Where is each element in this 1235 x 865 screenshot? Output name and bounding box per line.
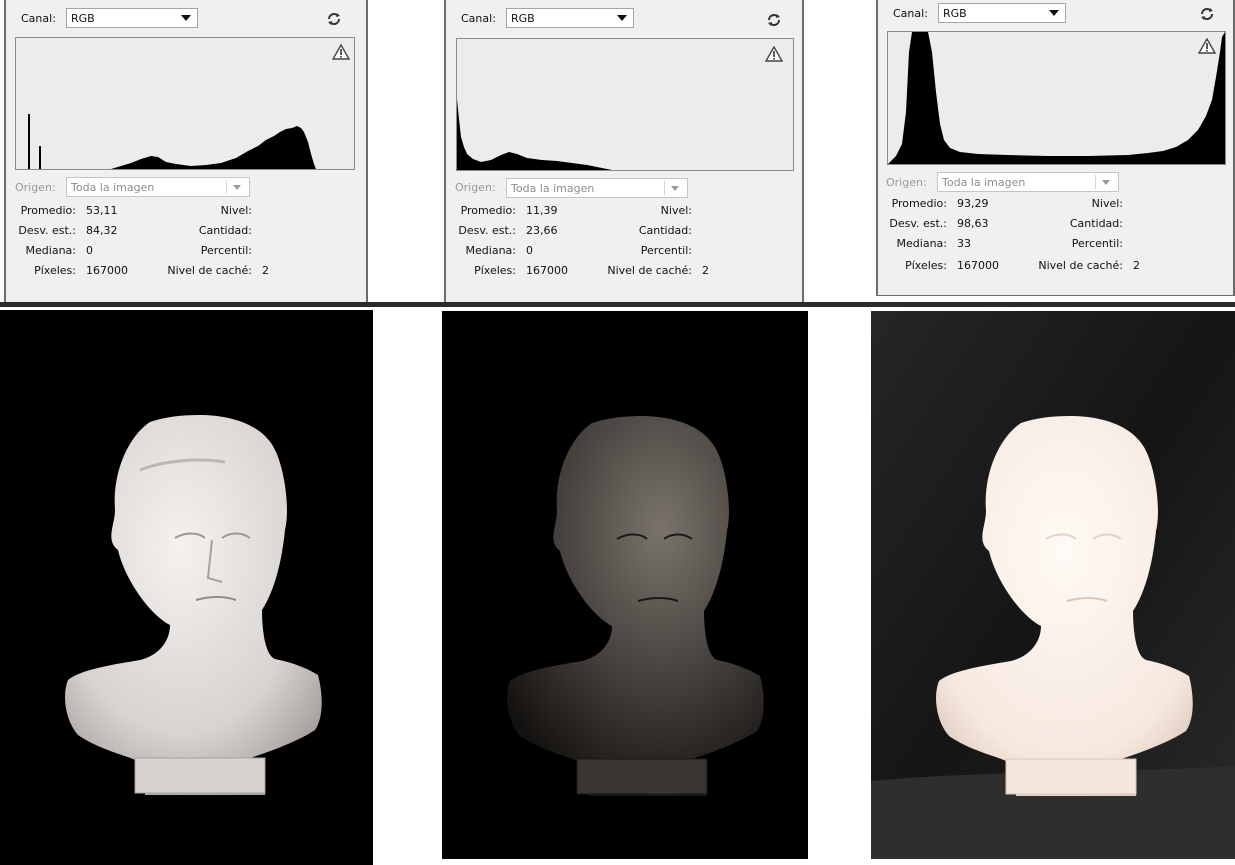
canal-select[interactable]: RGB bbox=[938, 3, 1066, 23]
mediana-value: 33 bbox=[957, 237, 971, 250]
mediana-value: 0 bbox=[526, 244, 533, 257]
canal-select[interactable]: RGB bbox=[66, 8, 198, 28]
chevron-down-icon bbox=[226, 180, 247, 194]
pixeles-value: 167000 bbox=[526, 264, 568, 277]
promedio-value: 53,11 bbox=[86, 204, 118, 217]
promedio-value: 93,29 bbox=[957, 197, 989, 210]
origen-value: Toda la imagen bbox=[511, 182, 595, 195]
desv-value: 84,32 bbox=[86, 224, 118, 237]
desv-value: 23,66 bbox=[526, 224, 558, 237]
origen-select[interactable]: Toda la imagen bbox=[506, 178, 688, 198]
cache-value: 2 bbox=[1133, 259, 1140, 272]
histogram-plot bbox=[457, 99, 612, 170]
canal-select[interactable]: RGB bbox=[506, 8, 634, 28]
bust-photo-underexposed bbox=[442, 311, 808, 859]
mediana-label: Mediana: bbox=[25, 244, 76, 257]
percentil-label: Percentil: bbox=[640, 244, 692, 257]
histogram-plot bbox=[888, 32, 1225, 164]
cantidad-label: Cantidad: bbox=[638, 224, 692, 237]
histogram-panel-2: Canal: RGB Origen: Toda la imagen Promed… bbox=[444, 0, 804, 302]
canal-value: RGB bbox=[511, 12, 535, 25]
promedio-value: 11,39 bbox=[526, 204, 558, 217]
mediana-value: 0 bbox=[86, 244, 93, 257]
bust-image bbox=[65, 415, 322, 795]
refresh-icon[interactable] bbox=[766, 12, 782, 28]
desv-value: 98,63 bbox=[957, 217, 989, 230]
origen-value: Toda la imagen bbox=[71, 181, 155, 194]
chevron-down-icon bbox=[181, 15, 191, 21]
histogram-chart bbox=[456, 38, 794, 171]
promedio-label: Promedio: bbox=[20, 204, 76, 217]
warning-triangle-icon bbox=[765, 46, 783, 62]
desv-label: Desv. est.: bbox=[458, 224, 516, 237]
warning-triangle-icon bbox=[1198, 38, 1216, 54]
refresh-icon[interactable] bbox=[326, 11, 342, 27]
pixeles-label: Píxeles: bbox=[474, 264, 516, 277]
warning-triangle-icon bbox=[332, 44, 350, 60]
canal-label: Canal: bbox=[893, 7, 928, 20]
bust-photo-overexposed bbox=[871, 311, 1235, 859]
desv-label: Desv. est.: bbox=[18, 224, 76, 237]
refresh-icon[interactable] bbox=[1199, 6, 1215, 22]
histogram-chart bbox=[15, 37, 355, 170]
histogram-panel-3: Canal: RGB Origen: Toda la imagen Promed… bbox=[876, 0, 1235, 296]
pixeles-value: 167000 bbox=[86, 264, 128, 277]
cantidad-label: Cantidad: bbox=[1069, 217, 1123, 230]
origen-label: Origen: bbox=[15, 181, 56, 194]
histogram-chart bbox=[887, 31, 1226, 165]
origen-select[interactable]: Toda la imagen bbox=[937, 172, 1119, 192]
mediana-label: Mediana: bbox=[896, 237, 947, 250]
canal-label: Canal: bbox=[461, 12, 496, 25]
canal-label: Canal: bbox=[21, 12, 56, 25]
cache-label: Nivel de caché: bbox=[607, 264, 692, 277]
chevron-down-icon bbox=[664, 181, 685, 195]
nivel-label: Nivel: bbox=[660, 204, 692, 217]
nivel-label: Nivel: bbox=[1091, 197, 1123, 210]
histogram-plot bbox=[16, 114, 316, 169]
cache-value: 2 bbox=[702, 264, 709, 277]
cache-value: 2 bbox=[262, 264, 269, 277]
mediana-label: Mediana: bbox=[465, 244, 516, 257]
desv-label: Desv. est.: bbox=[889, 217, 947, 230]
chevron-down-icon bbox=[1049, 10, 1059, 16]
percentil-label: Percentil: bbox=[1071, 237, 1123, 250]
chevron-down-icon bbox=[1095, 175, 1116, 189]
pixeles-value: 167000 bbox=[957, 259, 999, 272]
pixeles-label: Píxeles: bbox=[905, 259, 947, 272]
bust-photo-normal bbox=[0, 310, 373, 865]
canal-value: RGB bbox=[943, 7, 967, 20]
nivel-label: Nivel: bbox=[220, 204, 252, 217]
percentil-label: Percentil: bbox=[200, 244, 252, 257]
pixeles-label: Píxeles: bbox=[34, 264, 76, 277]
divider-bar bbox=[0, 302, 1235, 307]
origen-value: Toda la imagen bbox=[942, 176, 1026, 189]
origen-label: Origen: bbox=[886, 176, 927, 189]
canal-value: RGB bbox=[71, 12, 95, 25]
cache-label: Nivel de caché: bbox=[1038, 259, 1123, 272]
origen-label: Origen: bbox=[455, 181, 496, 194]
bust-image bbox=[507, 416, 764, 796]
promedio-label: Promedio: bbox=[460, 204, 516, 217]
cache-label: Nivel de caché: bbox=[167, 264, 252, 277]
cantidad-label: Cantidad: bbox=[198, 224, 252, 237]
histogram-panel-1: Canal: RGB Origen: Toda la imagen Promed… bbox=[4, 0, 368, 302]
origen-select[interactable]: Toda la imagen bbox=[66, 177, 250, 197]
chevron-down-icon bbox=[617, 15, 627, 21]
promedio-label: Promedio: bbox=[891, 197, 947, 210]
bust-image bbox=[871, 311, 1235, 859]
